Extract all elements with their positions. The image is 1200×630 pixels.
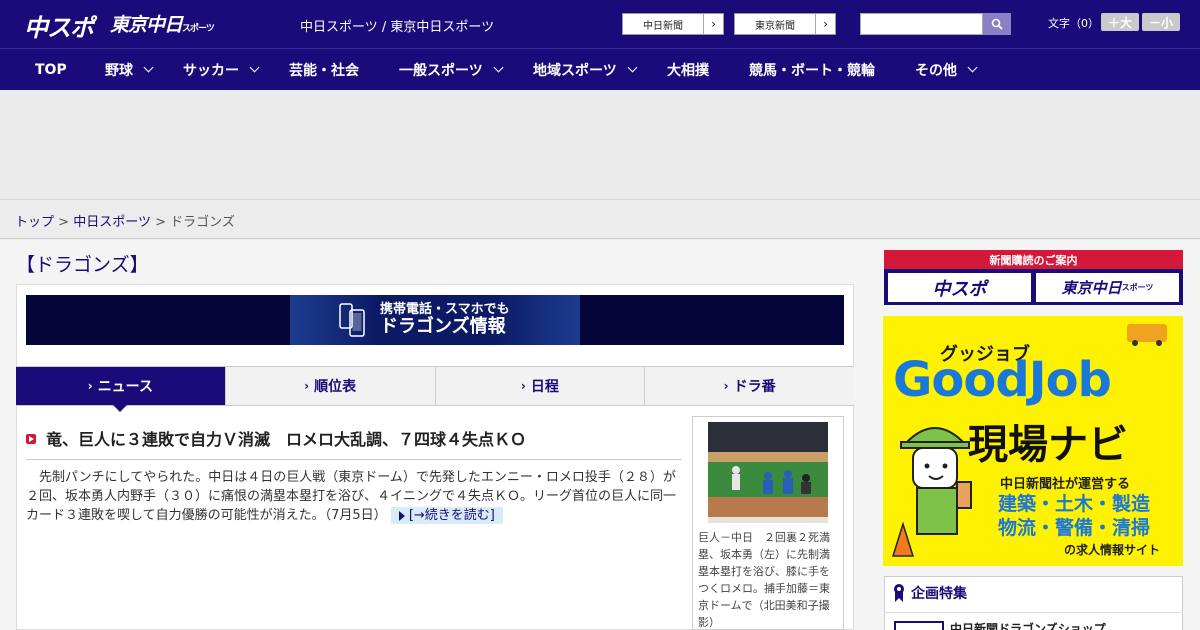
tab-doraban[interactable]: › ドラ番 (645, 367, 854, 405)
divider (884, 612, 1183, 613)
subscription-header-text: 新聞購読のご案内 (989, 253, 1078, 267)
nav-label: 競馬・ボート・競輪 (749, 62, 875, 79)
search-button[interactable] (983, 13, 1011, 35)
page-title: 【ドラゴンズ】 (16, 254, 149, 276)
ribbon-icon (894, 584, 904, 602)
tab-news[interactable]: › ニュース (16, 367, 226, 412)
font-bigger-button[interactable]: ＋大 (1101, 13, 1139, 31)
nav-item-top[interactable]: TOP (35, 49, 67, 90)
tab-label: 順位表 (314, 379, 357, 395)
mobile-banner-text: 携帯電話・スマホでも ドラゴンズ情報 (380, 302, 510, 338)
article-headline[interactable]: 竜、巨人に３連敗で自力Ｖ消滅 ロメロ大乱調、７四球４失点ＫＯ (26, 426, 682, 460)
goodjob-jobs-line1: 建築・土木・製造 (998, 493, 1151, 515)
chevron-down-icon (967, 62, 978, 73)
breadcrumb-separator: > (58, 215, 70, 230)
nav-item-local-sports[interactable]: 地域スポーツ (533, 49, 638, 90)
article-summary: 先制パンチにしてやられた。中日は４日の巨人戦（東京ドーム）で先発したエンニー・ロ… (26, 468, 682, 525)
subscribe-tokyo-small: スポーツ (1121, 283, 1154, 292)
font-smaller-button[interactable]: －小 (1142, 13, 1180, 31)
chunichi-shimbun-link[interactable]: 中日新聞 › (622, 13, 724, 35)
dragons-shop-link[interactable]: 中日新聞ドラゴンズショップ (950, 620, 1106, 630)
tab-label: ドラ番 (733, 379, 776, 395)
search-icon (991, 18, 1003, 30)
nav-item-keiba[interactable]: 競馬・ボート・競輪 (749, 49, 875, 90)
breadcrumb-top[interactable]: トップ (15, 215, 54, 230)
chevron-down-icon (493, 62, 504, 73)
read-more-label: [→続きを読む] (408, 508, 495, 523)
nav-label: サッカー (183, 62, 239, 79)
chevron-right-icon: › (703, 14, 723, 34)
dragons-shop-thumbnail[interactable] (894, 621, 944, 630)
breadcrumb-current: ドラゴンズ (170, 215, 235, 230)
goodjob-operator: 中日新聞社が運営する (1000, 477, 1131, 492)
nav-item-general-sports[interactable]: 一般スポーツ (399, 49, 504, 90)
goodjob-jobs: 建築・土木・製造 物流・警備・清掃 (998, 492, 1150, 540)
article-date: （7月5日） (324, 508, 387, 523)
article-photo[interactable] (708, 422, 828, 523)
nav-label: 地域スポーツ (533, 62, 617, 79)
tokyo-logo-text: 東京中日 (110, 14, 183, 36)
chevron-right-icon: › (815, 14, 835, 34)
tab-label: 日程 (530, 379, 559, 395)
play-icon (398, 510, 405, 521)
tab-schedule[interactable]: › 日程 (436, 367, 646, 405)
read-more-link[interactable]: [→続きを読む] (390, 507, 503, 524)
breadcrumb: トップ > 中日スポーツ > ドラゴンズ (0, 201, 1200, 239)
tab-label: ニュース (97, 379, 153, 395)
goodjob-subtitle: 現場ナビ (968, 422, 1128, 468)
baseball-photo (708, 422, 828, 523)
subscribe-chuspo-button[interactable]: 中スポ (888, 273, 1031, 302)
nav-label: TOP (35, 61, 67, 78)
nav-label: 野球 (105, 62, 133, 79)
chunichi-shimbun-label: 中日新聞 (643, 20, 683, 32)
chevron-right-icon: › (304, 379, 310, 393)
tab-standings[interactable]: › 順位表 (226, 367, 436, 405)
nav-label: 芸能・社会 (289, 62, 359, 79)
features-header: 企画特集 (893, 583, 967, 603)
photo-caption: 巨人－中日 ２回裏２死満塁、坂本勇（左）に先制満塁本塁打を浴び、膝に手をつくロメ… (698, 531, 830, 629)
subscription-header[interactable]: 新聞購読のご案内 (884, 250, 1183, 269)
tokyo-chunichi-logo[interactable]: 東京中日スポーツ (110, 10, 215, 37)
dragons-tabs: › ニュース › 順位表 › 日程 › ドラ番 (16, 366, 854, 412)
nav-item-entertainment[interactable]: 芸能・社会 (289, 49, 359, 90)
chevron-down-icon (143, 62, 154, 73)
search-input[interactable] (860, 13, 983, 35)
mobile-banner-line2: ドラゴンズ情報 (380, 316, 506, 338)
chevron-down-icon (249, 62, 260, 73)
nav-item-sumo[interactable]: 大相撲 (667, 49, 709, 90)
mobile-phone-icon (339, 303, 365, 337)
tokyo-logo-small: スポーツ (182, 24, 215, 34)
nav-item-other[interactable]: その他 (915, 49, 978, 90)
main-nav: TOP 野球 サッカー 芸能・社会 一般スポーツ 地域スポーツ 大相撲 競馬・ボ… (0, 48, 1200, 90)
chevron-right-icon: › (723, 379, 729, 393)
font-size-label: 文字（0） (1048, 17, 1099, 30)
nav-label: 一般スポーツ (399, 62, 483, 79)
chuspo-logo[interactable]: 中スポ (24, 8, 94, 43)
headline-text: 竜、巨人に３連敗で自力Ｖ消滅 ロメロ大乱調、７四球４失点ＫＯ (46, 430, 527, 449)
nav-label: その他 (915, 62, 957, 79)
subscribe-tokyo-label: 東京中日 (1061, 279, 1122, 297)
nav-item-baseball[interactable]: 野球 (105, 49, 154, 90)
chevron-right-icon: › (520, 379, 526, 393)
tokyo-shimbun-link[interactable]: 東京新聞 › (734, 13, 836, 35)
site-title: 中日スポーツ / 東京中日スポーツ (300, 20, 495, 35)
breadcrumb-chunichi-sports[interactable]: 中日スポーツ (73, 215, 151, 230)
chevron-right-icon: › (87, 379, 93, 393)
goodjob-site-label: の求人情報サイト (1064, 543, 1161, 557)
nav-item-soccer[interactable]: サッカー (183, 49, 260, 90)
chevron-down-icon (627, 62, 638, 73)
goodjob-jobs-line2: 物流・警備・清掃 (998, 517, 1151, 539)
mobile-banner-inner[interactable]: 携帯電話・スマホでも ドラゴンズ情報 (290, 295, 580, 345)
tokyo-shimbun-label: 東京新聞 (755, 20, 795, 32)
ad-space (0, 90, 1200, 200)
breadcrumb-separator: > (155, 215, 166, 230)
goodjob-title: GoodJob (893, 352, 1112, 408)
nav-label: 大相撲 (667, 62, 709, 79)
subscribe-tokyo-button[interactable]: 東京中日 スポーツ (1036, 273, 1179, 302)
features-title: 企画特集 (911, 586, 967, 602)
play-icon (26, 434, 36, 444)
